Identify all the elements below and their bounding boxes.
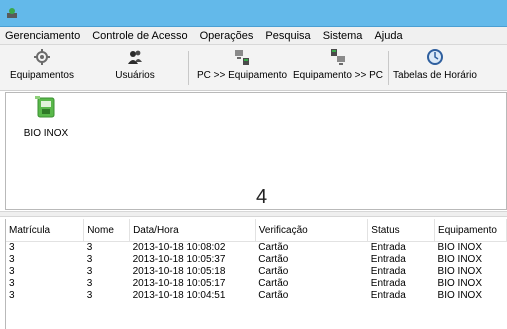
cell-equipamento: BIO INOX <box>437 242 482 253</box>
device-list-pane: BIO INOX 4 <box>5 92 507 210</box>
cell-status: Entrada <box>370 290 406 301</box>
usuarios-button[interactable]: Usuários <box>112 48 158 88</box>
cell-verificacao: Cartão <box>258 290 289 301</box>
cell-verificacao: Cartão <box>258 242 289 253</box>
cell-status: Entrada <box>370 242 406 253</box>
cell-matricula: 3 <box>9 266 15 277</box>
table-row[interactable]: 3 3 2013-10-18 10:04:51 Cartão Entrada B… <box>6 290 507 302</box>
title-bar <box>0 0 507 27</box>
cell-matricula: 3 <box>9 254 15 265</box>
cell-status: Entrada <box>370 266 406 277</box>
pane-splitter[interactable] <box>0 211 507 217</box>
app-icon <box>7 8 17 18</box>
cell-equipamento: BIO INOX <box>437 254 482 265</box>
cell-nome: 3 <box>86 266 93 277</box>
pc-to-equipamento-label: PC >> Equipamento <box>196 70 288 81</box>
device-count: 4 <box>256 186 268 208</box>
cell-matricula: 3 <box>9 242 15 253</box>
table-row[interactable]: 3 3 2013-10-18 10:05:17 Cartão Entrada B… <box>6 278 507 290</box>
menu-ajuda[interactable]: Ajuda <box>368 30 408 42</box>
menu-sistema[interactable]: Sistema <box>317 30 369 42</box>
menu-gerenciamento[interactable]: Gerenciamento <box>0 30 86 42</box>
cell-status: Entrada <box>370 278 406 289</box>
usuarios-label: Usuários <box>115 70 155 81</box>
cell-matricula: 3 <box>9 290 15 301</box>
equipamentos-button[interactable]: Equipamentos <box>6 48 78 88</box>
cell-equipamento: BIO INOX <box>437 266 482 277</box>
menu-operacoes[interactable]: Operações <box>194 30 260 42</box>
cell-equipamento: BIO INOX <box>437 290 482 301</box>
column-header-status[interactable]: Status <box>367 219 436 242</box>
cell-matricula: 3 <box>9 278 15 289</box>
device-name: BIO INOX <box>23 128 69 139</box>
cell-data-hora: 2013-10-18 10:05:18 <box>132 266 226 277</box>
table-header-row: Matrícula Nome Data/Hora Verificação Sta… <box>6 219 507 242</box>
column-header-data-hora[interactable]: Data/Hora <box>129 219 256 242</box>
table-row[interactable]: 3 3 2013-10-18 10:05:18 Cartão Entrada B… <box>6 266 507 278</box>
column-header-nome[interactable]: Nome <box>83 219 131 242</box>
users-icon <box>128 50 142 64</box>
download-to-pc-icon <box>331 49 345 65</box>
table-row[interactable]: 3 3 2013-10-18 10:05:37 Cartão Entrada B… <box>6 254 507 266</box>
cell-verificacao: Cartão <box>258 254 289 265</box>
cell-verificacao: Cartão <box>258 266 289 277</box>
cell-nome: 3 <box>86 278 93 289</box>
equipment-icon <box>34 49 50 65</box>
column-header-equipamento[interactable]: Equipamento <box>434 219 507 242</box>
cell-equipamento: BIO INOX <box>437 278 482 289</box>
cell-data-hora: 2013-10-18 10:05:37 <box>132 254 226 265</box>
menu-bar: Gerenciamento Controle de Acesso Operaçõ… <box>0 27 507 45</box>
equipamento-to-pc-label: Equipamento >> PC <box>292 70 384 81</box>
equipamento-to-pc-button[interactable]: Equipamento >> PC <box>292 48 384 88</box>
menu-controle-de-acesso[interactable]: Controle de Acesso <box>86 30 193 42</box>
cell-nome: 3 <box>86 290 93 301</box>
pc-to-equipamento-button[interactable]: PC >> Equipamento <box>196 48 288 88</box>
device-tile[interactable]: BIO INOX <box>16 95 76 139</box>
cell-verificacao: Cartão <box>258 278 289 289</box>
cell-nome: 3 <box>86 242 93 253</box>
column-header-matricula[interactable]: Matrícula <box>6 219 85 242</box>
biometric-device-icon <box>35 96 55 118</box>
cell-data-hora: 2013-10-18 10:08:02 <box>132 242 226 253</box>
records-table: Matrícula Nome Data/Hora Verificação Sta… <box>5 219 507 329</box>
menu-pesquisa[interactable]: Pesquisa <box>259 30 316 42</box>
equipamentos-label: Equipamentos <box>10 70 74 81</box>
toolbar: Equipamentos Usuários PC >> Equipamento … <box>0 45 507 91</box>
toolbar-separator <box>388 51 389 85</box>
clock-icon <box>427 49 443 65</box>
toolbar-separator <box>188 51 189 85</box>
cell-data-hora: 2013-10-18 10:05:17 <box>132 278 226 289</box>
cell-nome: 3 <box>86 254 93 265</box>
cell-data-hora: 2013-10-18 10:04:51 <box>132 290 226 301</box>
tabelas-de-horario-label: Tabelas de Horário <box>393 70 477 81</box>
tabelas-de-horario-button[interactable]: Tabelas de Horário <box>393 48 477 88</box>
column-header-verificacao[interactable]: Verificação <box>255 219 369 242</box>
cell-status: Entrada <box>370 254 406 265</box>
table-row[interactable]: 3 3 2013-10-18 10:08:02 Cartão Entrada B… <box>6 242 507 255</box>
upload-to-device-icon <box>235 50 249 65</box>
